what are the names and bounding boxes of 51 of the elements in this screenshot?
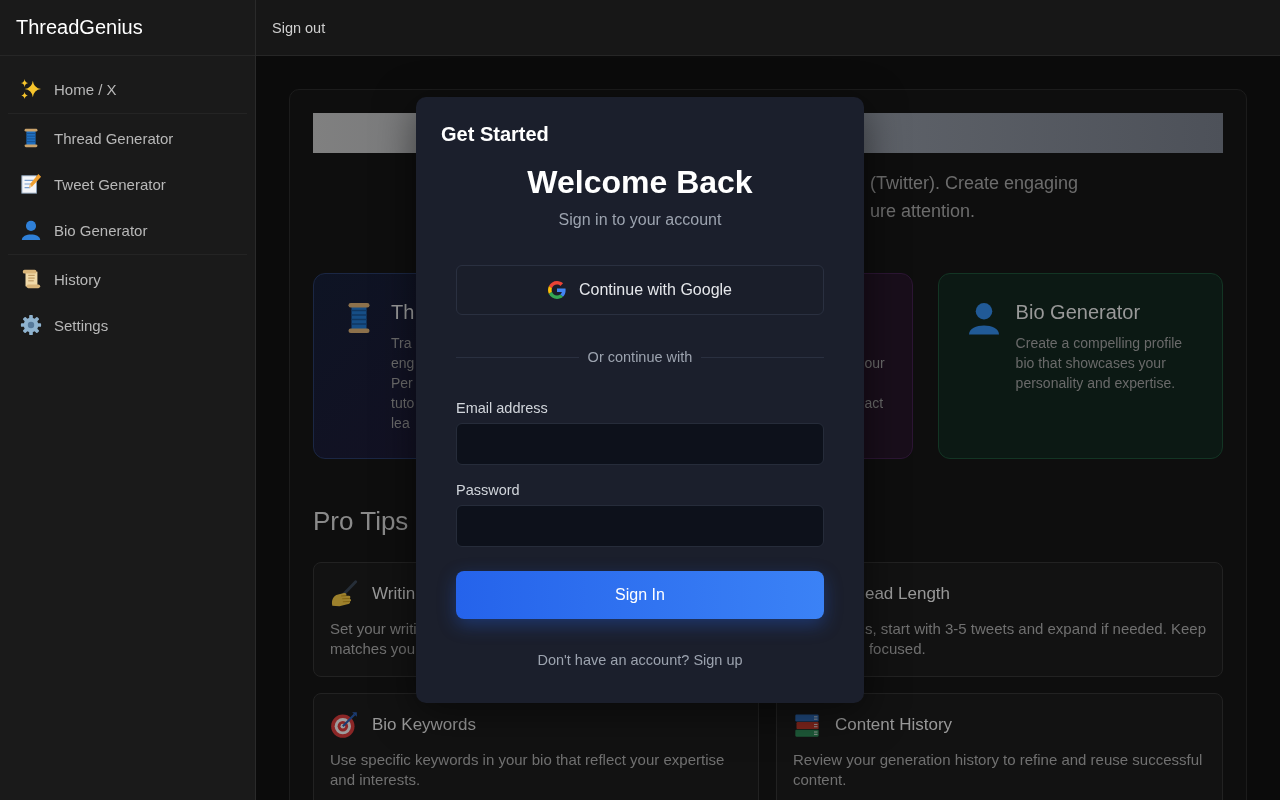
- nav-link[interactable]: Home / X: [8, 66, 247, 112]
- gear-icon: [20, 314, 42, 336]
- tip-title: Writin: [372, 584, 416, 604]
- tip-title: Content History: [834, 715, 953, 735]
- card-title: Th: [391, 300, 415, 324]
- tip-text: Set your writi: [330, 619, 417, 639]
- memo-pencil-icon: [20, 173, 42, 195]
- sparkles-icon: [20, 78, 42, 100]
- field-label: Password: [456, 481, 520, 499]
- field-label: Email address: [456, 399, 548, 417]
- google-icon: [548, 281, 566, 299]
- card-title: Bio Generator: [1015, 300, 1141, 324]
- nav-link[interactable]: Bio Generator: [8, 207, 247, 253]
- intro-text: ure attention.: [870, 200, 976, 223]
- card-text: tuto: [391, 394, 415, 413]
- welcome-heading: Welcome Back: [527, 163, 753, 201]
- card-text: lea: [391, 414, 410, 433]
- hand-with-pen-icon: [330, 580, 358, 608]
- signup-prompt: Don't have an account? Sign up: [537, 651, 743, 669]
- tip-text: focused.: [868, 639, 926, 659]
- input-field[interactable]: [456, 505, 824, 547]
- tip-text: Review your generation history to refine and reuse successful content.: [792, 750, 1204, 790]
- person-icon: [20, 219, 42, 241]
- dialog-subtitle: Sign in to your account: [558, 210, 722, 230]
- sign-up-link[interactable]: Sign up: [693, 652, 743, 668]
- card-text: Create a compelling profile bio that showcases your personality and expertise.: [1015, 334, 1184, 393]
- tip-text: Use specific keywords in your bio that reflect your expertise and interests.: [330, 750, 726, 790]
- divider-label: Or continue with: [587, 348, 693, 366]
- tip-text: matches you: [330, 639, 416, 659]
- input-field[interactable]: [456, 423, 824, 465]
- tip-title: ead Length: [864, 584, 951, 604]
- sign-in-button[interactable]: Sign In: [456, 571, 824, 619]
- nav-link[interactable]: Tweet Generator: [8, 161, 247, 207]
- tip-title: Bio Keywords: [372, 715, 476, 735]
- nav-link[interactable]: Thread Generator: [8, 115, 247, 161]
- nav-link[interactable]: Settings: [8, 302, 247, 348]
- section-heading: Pro Tips: [313, 506, 409, 536]
- card-text: Tra: [391, 334, 412, 353]
- tip-text: s, start with 3-5 tweets and expand if needed. Keep: [864, 619, 1206, 639]
- sign-out-link[interactable]: Sign out: [272, 19, 326, 36]
- scroll-icon: [20, 268, 42, 290]
- dialog-title: Get Started: [441, 122, 549, 146]
- card-text: our: [864, 354, 885, 373]
- card-text: act: [864, 394, 884, 413]
- nav-link[interactable]: History: [8, 256, 247, 302]
- card-text: eng: [391, 354, 415, 373]
- target-icon: [330, 711, 358, 739]
- app-title: ThreadGenius: [16, 16, 143, 39]
- card-text: Per: [391, 374, 413, 393]
- google-sign-in-button[interactable]: Continue with Google: [456, 265, 824, 315]
- intro-text: (Twitter). Create engaging: [870, 172, 1079, 195]
